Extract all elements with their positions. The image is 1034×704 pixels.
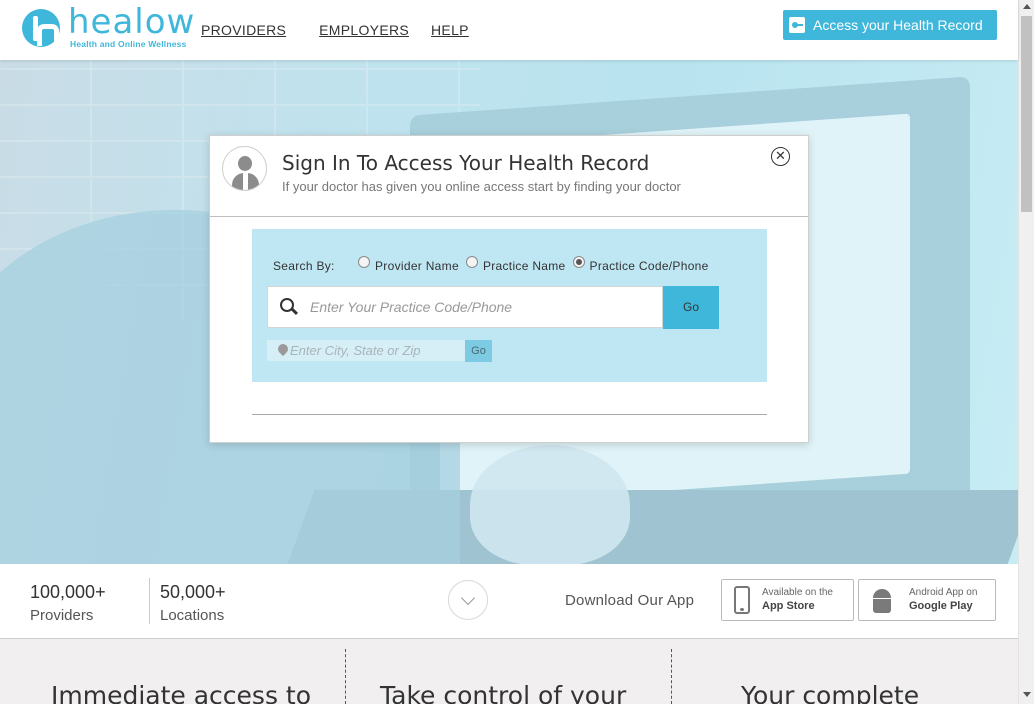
app-store-line2: App Store xyxy=(762,600,815,612)
go-button[interactable]: Go xyxy=(663,286,719,329)
access-button-label: Access your Health Record xyxy=(813,17,983,33)
radio-practice-code-phone[interactable]: Practice Code/Phone xyxy=(572,256,709,273)
app-store-line1: Available on the xyxy=(762,587,833,598)
scroll-down-arrow-icon[interactable] xyxy=(1023,692,1031,697)
hand-image xyxy=(470,445,630,564)
radio-button-selected[interactable] xyxy=(572,256,585,268)
search-by-options: Provider Name Practice Name Practice Cod… xyxy=(358,256,716,273)
radio-button[interactable] xyxy=(465,256,478,268)
location-input[interactable]: Enter City, State or Zip xyxy=(267,340,465,361)
feature-heading: Immediate access to xyxy=(51,681,312,704)
main-nav: PROVIDERS EMPLOYERS HELP xyxy=(201,22,502,38)
android-icon xyxy=(871,589,893,615)
stat-divider xyxy=(149,578,150,624)
stats-strip: 100,000+ Providers 50,000+ Locations Dow… xyxy=(0,564,1018,639)
radio-button[interactable] xyxy=(358,256,370,268)
stat-locations: 50,000+ Locations xyxy=(160,582,226,624)
nav-providers[interactable]: PROVIDERS xyxy=(201,22,286,38)
feature-divider xyxy=(671,649,672,704)
stat-providers: 100,000+ Providers xyxy=(30,582,106,624)
location-go-button[interactable]: Go xyxy=(465,340,492,362)
download-app-label: Download Our App xyxy=(565,592,695,609)
google-play-line2: Google Play xyxy=(909,600,973,612)
healow-logo-icon xyxy=(22,9,60,47)
radio-provider-name[interactable]: Provider Name xyxy=(358,256,459,273)
scroll-up-arrow-icon[interactable] xyxy=(1023,4,1031,9)
location-pin-icon xyxy=(278,344,288,358)
location-placeholder: Enter City, State or Zip xyxy=(290,343,421,358)
radio-label: Practice Code/Phone xyxy=(589,259,709,273)
practice-code-placeholder: Enter Your Practice Code/Phone xyxy=(310,299,513,315)
feature-heading: Your complete xyxy=(741,681,920,704)
phone-icon xyxy=(734,586,750,614)
modal-header: Sign In To Access Your Health Record If … xyxy=(210,136,808,217)
modal-subtitle: If your doctor has given you online acce… xyxy=(282,179,681,194)
google-play-line1: Android App on xyxy=(909,587,978,598)
sign-in-modal: Sign In To Access Your Health Record If … xyxy=(209,135,809,443)
logo-tagline: Health and Online Wellness xyxy=(70,39,187,49)
stat-label: Providers xyxy=(30,607,94,624)
logo-wordmark: healow xyxy=(68,2,196,42)
access-health-record-button[interactable]: Access your Health Record xyxy=(783,10,997,40)
close-icon[interactable]: ✕ xyxy=(771,147,790,166)
features-section: Immediate access to Take control of your… xyxy=(0,639,1018,704)
search-icon xyxy=(280,298,298,316)
stat-label: Locations xyxy=(160,607,225,624)
modal-title: Sign In To Access Your Health Record xyxy=(282,151,650,175)
google-play-button[interactable]: Android App on Google Play xyxy=(858,579,996,621)
practice-code-input[interactable]: Enter Your Practice Code/Phone xyxy=(267,286,663,328)
radio-label: Provider Name xyxy=(375,259,459,273)
page-scrollbar[interactable] xyxy=(1018,0,1034,704)
scrollbar-thumb[interactable] xyxy=(1021,16,1032,212)
search-by-label: Search By: xyxy=(273,259,335,273)
modal-divider xyxy=(252,414,767,415)
stat-number: 100,000+ xyxy=(30,582,106,602)
stat-number: 50,000+ xyxy=(160,582,226,602)
feature-divider xyxy=(345,649,346,704)
feature-heading: Take control of your xyxy=(380,681,627,704)
radio-label: Practice Name xyxy=(482,259,566,273)
radio-practice-name[interactable]: Practice Name xyxy=(465,256,566,273)
nav-employers[interactable]: EMPLOYERS xyxy=(319,22,409,38)
app-store-button[interactable]: Available on the App Store xyxy=(721,579,854,621)
site-header: healow Health and Online Wellness PROVID… xyxy=(0,0,1018,60)
key-icon xyxy=(789,17,805,33)
doctor-avatar-icon xyxy=(222,146,267,191)
healow-logo[interactable]: healow Health and Online Wellness xyxy=(22,5,195,49)
search-panel: Search By: Provider Name Practice Name P… xyxy=(252,229,767,382)
chevron-down-icon[interactable] xyxy=(448,580,488,620)
nav-help[interactable]: HELP xyxy=(431,22,469,38)
